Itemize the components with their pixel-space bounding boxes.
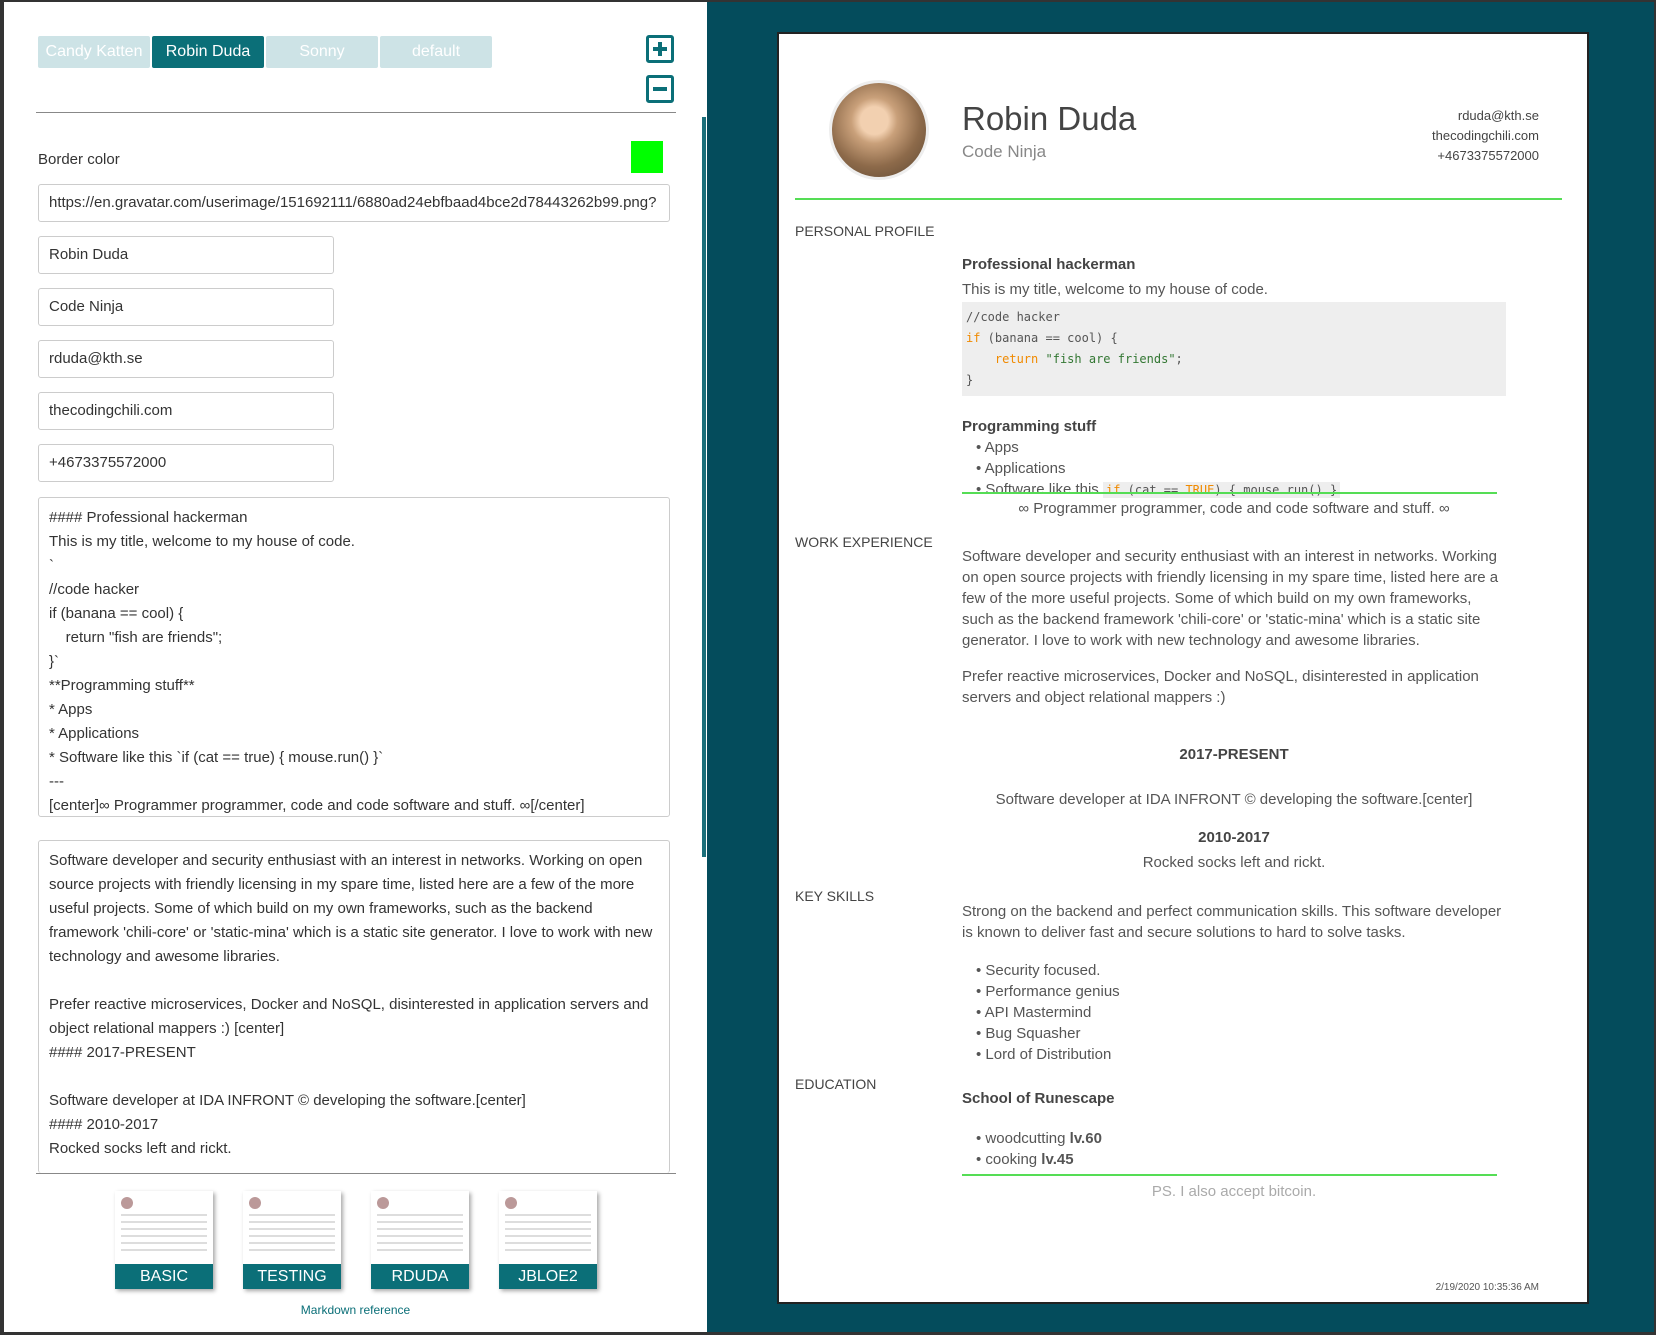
preview-panel: Robin Duda Code Ninja rduda@kth.se theco…	[707, 2, 1654, 1332]
list-item: Applications	[976, 458, 1506, 479]
section-work-experience: WORK EXPERIENCE	[795, 534, 933, 550]
period-text: Rocked socks left and rickt.	[1142, 854, 1326, 871]
inline-code: if (cat == TRUE) { mouse.run() }	[1102, 482, 1341, 498]
list-item: Bug Squasher	[976, 1023, 1506, 1044]
template-jbloe2[interactable]: JBLOE2	[499, 1191, 597, 1289]
tab-robin-duda[interactable]: Robin Duda	[152, 36, 264, 68]
profile-text: This is my title, welcome to my house of…	[962, 281, 1268, 298]
email-input[interactable]: rduda@kth.se	[38, 340, 334, 378]
avatar-url-input[interactable]: https://en.gravatar.com/userimage/151692…	[38, 184, 670, 222]
title-input[interactable]: Code Ninja	[38, 288, 334, 326]
list-item: Software like this if (cat == TRUE) { mo…	[976, 479, 1506, 501]
template-list: BASIC TESTING RDUDA JBLOE2	[115, 1191, 597, 1289]
template-thumbnail	[377, 1197, 463, 1257]
section-key-skills: KEY SKILLS	[795, 888, 875, 904]
programming-heading: Programming stuff	[962, 418, 1097, 435]
profile-tabs: Candy Katten Robin Duda Sonny default	[38, 36, 492, 68]
resume-name: Robin Duda	[962, 100, 1137, 137]
template-basic[interactable]: BASIC	[115, 1191, 213, 1289]
template-label: RDUDA	[371, 1264, 469, 1289]
divider	[36, 112, 676, 113]
centered-tagline: ∞ Programmer programmer, code and code s…	[1018, 500, 1450, 517]
avatar	[829, 80, 929, 180]
template-thumbnail	[121, 1197, 207, 1257]
period-heading: 2010-2017	[1198, 829, 1270, 846]
skills-list: Security focused. Performance genius API…	[962, 960, 1506, 1065]
skills-text: Strong on the backend and perfect commun…	[962, 903, 1502, 941]
tab-sonny[interactable]: Sonny	[266, 36, 378, 68]
add-profile-icon[interactable]	[646, 35, 674, 63]
template-thumbnail	[249, 1197, 335, 1257]
education-list: woodcutting lv.60 cooking lv.45	[962, 1128, 1506, 1170]
tab-default[interactable]: default	[380, 36, 492, 68]
list-item: woodcutting lv.60	[976, 1128, 1506, 1149]
ps-note: PS. I also accept bitcoin.	[1151, 1183, 1317, 1200]
contact-email: rduda@kth.se	[1457, 108, 1539, 123]
code-block: //code hacker if (banana == cool) { retu…	[962, 302, 1506, 396]
website-input[interactable]: thecodingchili.com	[38, 392, 334, 430]
contact-website: thecodingchili.com	[1432, 128, 1539, 143]
profile-heading: Professional hackerman	[962, 256, 1136, 273]
timestamp: 2/19/2020 10:35:36 AM	[1435, 1282, 1539, 1293]
editor-panel: Candy Katten Robin Duda Sonny default Bo…	[4, 2, 707, 1332]
template-label: JBLOE2	[499, 1264, 597, 1289]
border-color-label: Border color	[38, 151, 120, 168]
work-paragraph-2: Prefer reactive microservices, Docker an…	[962, 668, 1479, 706]
template-label: BASIC	[115, 1264, 213, 1289]
experience-markdown-textarea[interactable]: Software developer and security enthusia…	[38, 840, 670, 1173]
list-item: API Mastermind	[976, 1002, 1506, 1023]
period-text: Software developer at IDA INFRONT © deve…	[995, 791, 1473, 808]
period-heading: 2017-PRESENT	[1179, 746, 1289, 763]
template-rduda[interactable]: RDUDA	[371, 1191, 469, 1289]
divider	[962, 492, 1497, 494]
contact-phone: +4673375572000	[1437, 148, 1539, 163]
scrollbar[interactable]	[702, 117, 706, 857]
markdown-reference-link[interactable]: Markdown reference	[4, 1303, 707, 1317]
work-paragraph-1: Software developer and security enthusia…	[962, 548, 1499, 649]
list-item: cooking lv.45	[976, 1149, 1506, 1170]
list-item: Security focused.	[976, 960, 1506, 981]
tab-candy-katten[interactable]: Candy Katten	[38, 36, 150, 68]
resume-page: Robin Duda Code Ninja rduda@kth.se theco…	[777, 32, 1589, 1304]
contact-block: rduda@kth.se thecodingchili.com +4673375…	[1432, 106, 1539, 166]
list-item: Apps	[976, 437, 1506, 458]
phone-input[interactable]: +4673375572000	[38, 444, 334, 482]
profile-content: Professional hackerman This is my title,…	[962, 254, 1506, 501]
section-personal-profile: PERSONAL PROFILE	[795, 223, 935, 239]
border-color-swatch[interactable]	[631, 141, 663, 173]
list-item: Performance genius	[976, 981, 1506, 1002]
section-education: EDUCATION	[795, 1076, 877, 1092]
divider	[962, 1174, 1497, 1176]
template-testing[interactable]: TESTING	[243, 1191, 341, 1289]
list-item: Lord of Distribution	[976, 1044, 1506, 1065]
header-divider	[795, 198, 1562, 200]
template-thumbnail	[505, 1197, 591, 1257]
resume-title: Code Ninja	[962, 142, 1047, 161]
profile-markdown-textarea[interactable]: #### Professional hackerman This is my t…	[38, 497, 670, 817]
template-label: TESTING	[243, 1264, 341, 1289]
name-input[interactable]: Robin Duda	[38, 236, 334, 274]
divider	[36, 1173, 676, 1174]
education-heading: School of Runescape	[962, 1090, 1115, 1107]
remove-profile-icon[interactable]	[646, 75, 674, 103]
